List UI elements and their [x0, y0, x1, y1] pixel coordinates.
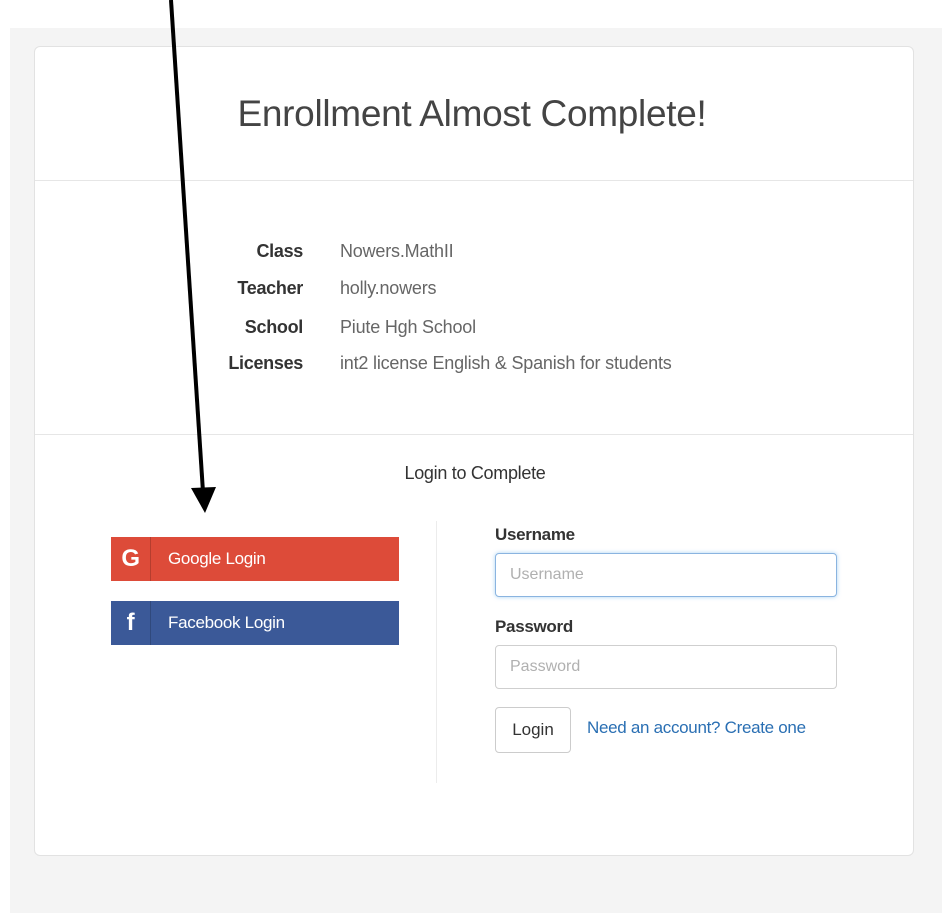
username-label: Username [495, 525, 575, 544]
google-icon: G [111, 537, 151, 581]
login-button[interactable]: Login [495, 707, 571, 753]
detail-row-licenses: Licenses int2 license English & Spanish … [35, 353, 672, 374]
vertical-divider [436, 521, 437, 783]
detail-row-school: School Piute Hgh School [35, 317, 476, 338]
detail-value: int2 license English & Spanish for stude… [340, 353, 672, 373]
enrollment-details: Class Nowers.MathII Teacher holly.nowers… [35, 181, 913, 435]
login-section: Login to Complete G Google Login f Faceb… [35, 435, 913, 855]
detail-label: Teacher [237, 278, 303, 298]
login-heading: Login to Complete [404, 463, 546, 483]
create-account-link[interactable]: Need an account? Create one [587, 718, 806, 738]
detail-row-teacher: Teacher holly.nowers [35, 278, 436, 299]
detail-value: Nowers.MathII [340, 241, 454, 261]
detail-label: Licenses [228, 353, 303, 373]
facebook-login-label: Facebook Login [168, 613, 285, 632]
facebook-login-button[interactable]: f Facebook Login [111, 601, 399, 645]
detail-label: School [244, 317, 304, 337]
detail-row-class: Class Nowers.MathII [35, 241, 453, 262]
password-label: Password [495, 617, 573, 636]
card-header: Enrollment Almost Complete! [35, 47, 913, 181]
google-login-label: Google Login [168, 549, 266, 568]
detail-value: holly.nowers [340, 278, 437, 298]
facebook-icon: f [111, 601, 151, 645]
detail-value: Piute Hgh School [340, 317, 476, 337]
password-input[interactable] [495, 645, 837, 689]
page-title: Enrollment Almost Complete! [237, 92, 707, 134]
enrollment-card: Enrollment Almost Complete! Class Nowers… [34, 46, 914, 856]
username-input[interactable] [495, 553, 837, 597]
google-login-button[interactable]: G Google Login [111, 537, 399, 581]
detail-label: Class [256, 241, 303, 261]
